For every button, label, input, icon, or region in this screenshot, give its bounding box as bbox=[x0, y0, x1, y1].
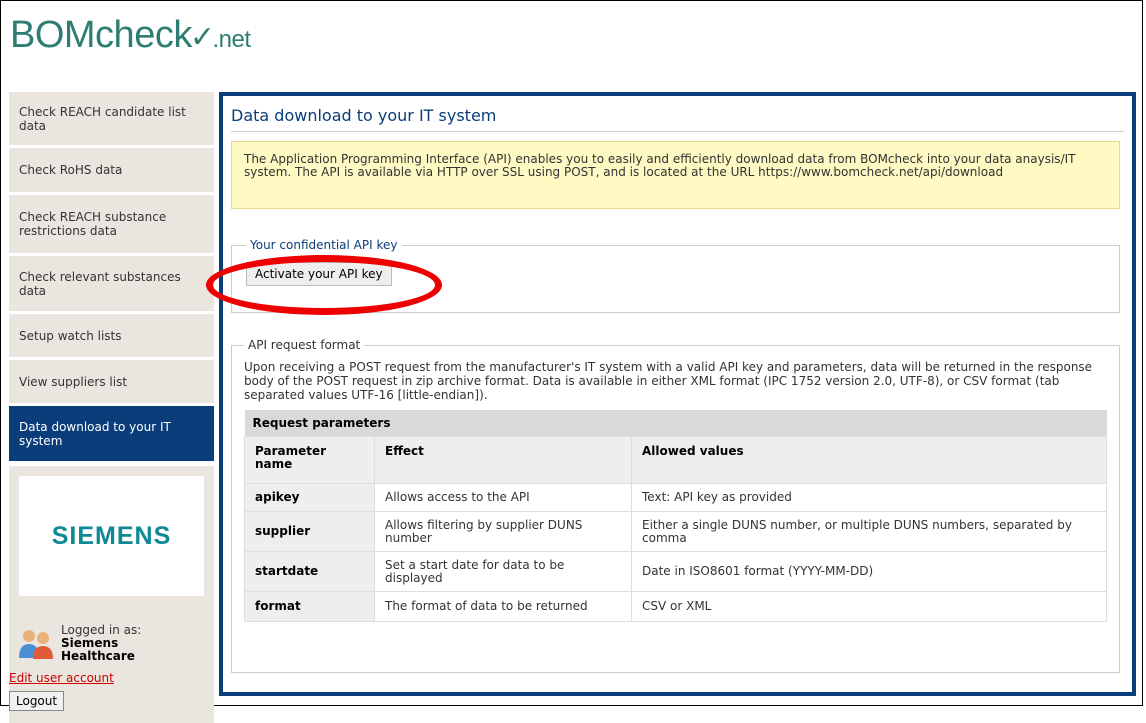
sidebar-item-label: Check REACH candidate list data bbox=[19, 104, 186, 133]
api-format-legend: API request format bbox=[248, 338, 361, 352]
column-header: Parameter name bbox=[244, 436, 375, 484]
sidebar-item-label: Check REACH substance restrictions data bbox=[19, 210, 167, 238]
table-row: apikey Allows access to the API Text: AP… bbox=[244, 483, 1107, 512]
parameter-effect: Allows filtering by supplier DUNS number bbox=[374, 511, 632, 552]
logo-suffix: .net bbox=[212, 26, 251, 53]
main-panel: Data download to your IT system The Appl… bbox=[219, 92, 1136, 696]
edit-account-link[interactable]: Edit user account bbox=[9, 671, 214, 685]
users-icon bbox=[19, 630, 53, 659]
sidebar-item-relevant-substances[interactable]: Check relevant substances data bbox=[9, 256, 214, 314]
company-logo-panel: SIEMENS bbox=[19, 476, 204, 596]
sidebar-item-label: Data download to your IT system bbox=[19, 419, 171, 448]
request-parameters-table: Request parameters Parameter name Effect… bbox=[244, 410, 1107, 622]
siemens-logo: SIEMENS bbox=[51, 521, 172, 550]
parameter-name: startdate bbox=[244, 551, 375, 592]
parameter-effect: Set a start date for data to be displaye… bbox=[374, 551, 632, 592]
sidebar-item-data-download[interactable]: Data download to your IT system bbox=[9, 406, 214, 464]
parameter-allowed: Date in ISO8601 format (YYYY-MM-DD) bbox=[631, 551, 1107, 592]
logo-brand: BOMcheck bbox=[10, 14, 192, 56]
check-icon: ✓ bbox=[189, 21, 215, 54]
user-box: Logged in as: Siemens Healthcare Edit us… bbox=[9, 618, 214, 723]
sidebar-item-reach-restrictions[interactable]: Check REACH substance restrictions data bbox=[9, 195, 214, 256]
column-header: Effect bbox=[374, 436, 632, 484]
sidebar-item-rohs[interactable]: Check RoHS data bbox=[9, 148, 214, 195]
page-title: Data download to your IT system bbox=[231, 106, 497, 125]
parameter-allowed: Text: API key as provided bbox=[631, 483, 1107, 512]
parameter-name: format bbox=[244, 591, 375, 622]
parameter-allowed: Either a single DUNS number, or multiple… bbox=[631, 511, 1107, 552]
sidebar-item-label: View suppliers list bbox=[19, 374, 128, 389]
api-key-legend: Your confidential API key bbox=[250, 238, 398, 252]
bomcheck-logo[interactable]: BOMcheck✓.net bbox=[10, 14, 251, 64]
api-key-section: Your confidential API key Activate your … bbox=[231, 238, 1120, 313]
table-row: supplier Allows filtering by supplier DU… bbox=[244, 511, 1107, 552]
parameter-effect: Allows access to the API bbox=[374, 483, 632, 512]
activate-api-key-button[interactable]: Activate your API key bbox=[246, 262, 392, 286]
sidebar-item-label: Check RoHS data bbox=[19, 163, 123, 177]
sidebar-item-label: Check relevant substances data bbox=[19, 269, 181, 298]
api-format-description: Upon receiving a POST request from the m… bbox=[244, 360, 1093, 402]
table-row: format The format of data to be returned… bbox=[244, 591, 1107, 622]
parameter-name: apikey bbox=[244, 483, 375, 512]
title-divider bbox=[231, 131, 1124, 132]
column-header: Allowed values bbox=[631, 436, 1107, 484]
table-header-row: Parameter name Effect Allowed values bbox=[244, 436, 1107, 484]
logout-button[interactable]: Logout bbox=[9, 691, 65, 711]
user-info: Logged in as: Siemens Healthcare bbox=[9, 624, 214, 663]
info-box: The Application Programming Interface (A… bbox=[231, 141, 1120, 209]
api-format-section: API request format Upon receiving a POST… bbox=[231, 338, 1120, 673]
sidebar-item-reach-candidate[interactable]: Check REACH candidate list data bbox=[9, 92, 214, 148]
parameter-name: supplier bbox=[244, 511, 375, 552]
user-text: Logged in as: Siemens Healthcare bbox=[61, 624, 141, 663]
sidebar-item-watch-lists[interactable]: Setup watch lists bbox=[9, 314, 214, 360]
table-row: startdate Set a start date for data to b… bbox=[244, 551, 1107, 592]
sidebar-item-suppliers[interactable]: View suppliers list bbox=[9, 360, 214, 406]
sidebar-item-label: Setup watch lists bbox=[19, 328, 122, 343]
user-name-line2: Healthcare bbox=[61, 649, 135, 663]
table-caption: Request parameters bbox=[244, 410, 1107, 437]
company-logo-box: SIEMENS bbox=[9, 466, 214, 618]
parameter-effect: The format of data to be returned bbox=[374, 591, 632, 622]
sidebar: Check REACH candidate list data Check Ro… bbox=[9, 92, 214, 723]
parameter-allowed: CSV or XML bbox=[631, 591, 1107, 622]
